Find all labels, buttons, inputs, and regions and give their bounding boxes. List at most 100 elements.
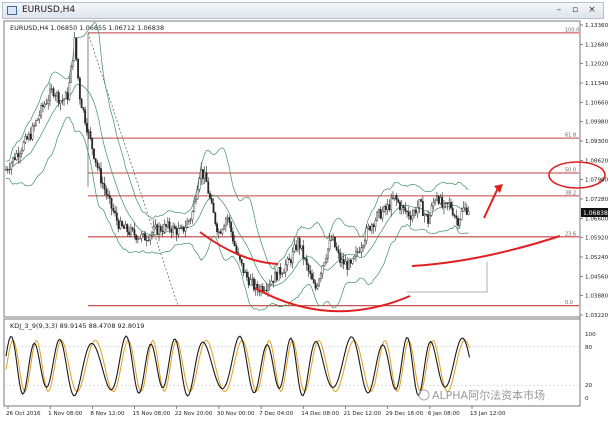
candle-body: [409, 215, 412, 220]
price-tick-label: 1.04560: [585, 274, 609, 280]
kdj-scale-label: 80: [585, 345, 593, 351]
time-tick-label: 13 Jan 12:00: [470, 411, 506, 417]
candle-body: [334, 236, 336, 248]
candle-body: [319, 273, 322, 280]
chart-canvas[interactable]: EURUSD,H4 1.06850 1.06855 1.06712 1.0683…: [0, 0, 610, 429]
chart-window[interactable]: EURUSD,H4 – ▫ × EURUSD,H4 1.06850 1.0685…: [0, 0, 610, 429]
candle-body: [332, 236, 335, 240]
candle-body: [17, 153, 20, 157]
candle-body: [407, 211, 410, 217]
candle-body: [416, 207, 419, 214]
candle-body: [339, 252, 342, 263]
candle-body: [128, 231, 131, 235]
candle-body: [93, 148, 95, 159]
price-tick-label: 1.13360: [585, 23, 609, 29]
price-tick-label: 1.12680: [585, 42, 609, 48]
candle-body: [119, 221, 122, 230]
candle-body: [198, 178, 201, 190]
candle-body: [362, 245, 364, 248]
time-tick-label: 6 Jan 08:00: [428, 411, 460, 417]
candle-body: [210, 198, 213, 204]
candle-body: [305, 258, 308, 265]
candle-body: [263, 289, 266, 292]
candle-body: [307, 264, 310, 272]
candle-body: [374, 220, 377, 228]
candle-body: [5, 169, 7, 171]
candle-body: [390, 197, 393, 211]
candle-body: [288, 258, 291, 261]
candle-body: [47, 99, 50, 104]
candle-body: [230, 222, 233, 232]
candle-body: [399, 202, 401, 210]
candle-body: [325, 258, 328, 263]
candle-body: [98, 167, 101, 169]
candle-body: [101, 182, 104, 184]
candle-body: [253, 278, 255, 290]
candle-body: [318, 278, 320, 287]
candle-body: [42, 105, 44, 107]
candle-body: [300, 245, 303, 249]
price-tick-label: 1.09300: [585, 139, 609, 145]
candle-body: [216, 223, 218, 233]
candle-body: [323, 262, 326, 266]
candle-body: [311, 273, 313, 280]
kdj-scale: 100 80 20 0: [585, 332, 596, 402]
candle-body: [242, 263, 245, 274]
candle-body: [406, 210, 408, 212]
candle-body: [154, 224, 157, 227]
candle-body: [224, 218, 227, 227]
candle-body: [265, 289, 268, 291]
candle-body: [274, 271, 277, 283]
candle-body: [297, 238, 299, 250]
watermark: ALPHA阿尔法资本市场: [418, 388, 545, 402]
candle-body: [217, 231, 220, 233]
candle-body: [421, 201, 424, 216]
candle-body: [439, 197, 442, 204]
candle-body: [434, 199, 437, 203]
candle-body: [388, 204, 391, 211]
candle-body: [29, 133, 32, 140]
candle-body: [342, 258, 345, 265]
kdj-info-label: KDJ_3_9(9,3,3) 89.9145 88.4708 92.8019: [10, 322, 144, 330]
fib-level-label: 61.8: [565, 133, 576, 139]
price-tick-label: 1.07280: [585, 197, 609, 203]
candle-body: [182, 226, 185, 232]
kdj-scale-label: 20: [585, 383, 593, 389]
candle-body: [436, 196, 438, 201]
candle-body: [291, 251, 294, 264]
candle-body: [159, 226, 162, 232]
candle-body: [268, 284, 271, 287]
candle-body: [38, 115, 41, 120]
watermark-text: ALPHA阿尔法资本市场: [432, 388, 545, 402]
candle-body: [295, 244, 298, 250]
candle-body: [335, 246, 338, 251]
candle-body: [70, 66, 72, 83]
candle-body: [451, 207, 454, 216]
price-tick-label: 1.10660: [585, 100, 609, 106]
kdj-scale-label: 100: [585, 332, 596, 338]
candle-body: [8, 169, 11, 171]
candle-body: [63, 98, 65, 101]
time-tick-label: 21 Dec 12:00: [343, 411, 381, 417]
candle-body: [326, 248, 329, 259]
candle-body: [353, 255, 356, 259]
candle-body: [221, 228, 224, 234]
candle-body: [77, 58, 80, 79]
candle-body: [184, 227, 187, 232]
candle-body: [75, 37, 78, 60]
candle-body: [145, 239, 148, 241]
candle-body: [114, 210, 116, 214]
candle-body: [161, 230, 164, 233]
fib-level-label: 38.2: [565, 190, 576, 196]
candle-body: [103, 183, 106, 190]
candle-body: [147, 239, 150, 241]
candle-body: [140, 234, 143, 239]
candle-body: [33, 125, 36, 127]
fib-level-label: 0.0: [565, 300, 573, 306]
fib-level-label: 100.0: [565, 27, 579, 33]
candle-body: [430, 205, 433, 216]
candle-body: [54, 95, 57, 97]
candle-body: [107, 194, 109, 196]
candle-body: [441, 197, 444, 208]
candle-body: [117, 220, 120, 230]
